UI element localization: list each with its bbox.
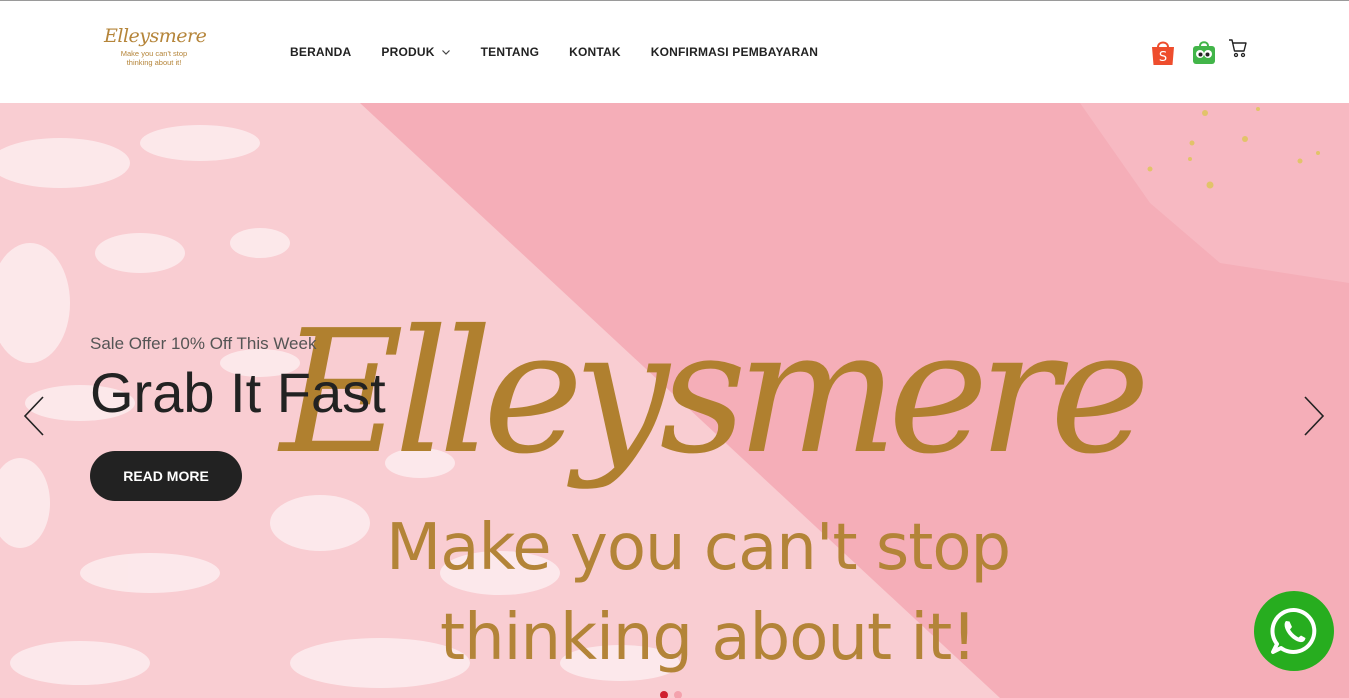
slider-dot-1[interactable] — [660, 691, 668, 698]
logo-tagline-1: Make you can't stop — [120, 49, 188, 58]
logo-name: Elleysmere — [104, 25, 207, 47]
nav-tentang-label: TENTANG — [480, 45, 540, 59]
banner-brand: Elleysmere — [280, 294, 1150, 492]
cart-icon[interactable] — [1228, 38, 1248, 58]
hero-headline: Grab It Fast — [90, 361, 386, 424]
chevron-down-icon — [441, 50, 450, 55]
whatsapp-icon — [1270, 607, 1317, 654]
site-header: Elleysmere Make you can't stop thinking … — [0, 1, 1349, 103]
main-nav: BERANDA PRODUK TENTANG KONTAK KONFIRMASI… — [290, 44, 848, 60]
slider-dots — [660, 691, 688, 698]
hero-offer: Sale Offer 10% Off This Week — [90, 334, 317, 353]
hero-slider: Elleysmere Make you can't stop thinking … — [0, 103, 1349, 698]
nav-beranda-label: BERANDA — [290, 45, 352, 59]
nav-produk-label: PRODUK — [381, 45, 435, 59]
read-more-button[interactable]: READ MORE — [90, 451, 242, 501]
nav-tentang[interactable]: TENTANG — [481, 45, 540, 59]
slider-dot-2[interactable] — [674, 691, 682, 698]
svg-text:S: S — [1159, 50, 1167, 65]
tokopedia-icon[interactable] — [1192, 39, 1216, 65]
nav-konfirmasi-label: KONFIRMASI PEMBAYARAN — [650, 45, 819, 59]
shopee-icon[interactable]: S — [1150, 38, 1176, 66]
nav-beranda[interactable]: BERANDA — [290, 45, 351, 59]
nav-produk[interactable]: PRODUK — [381, 45, 450, 59]
header-icons: S — [1150, 38, 1248, 66]
whatsapp-chat-button[interactable] — [1254, 591, 1334, 671]
prev-slide-arrow-icon[interactable] — [22, 395, 46, 437]
logo-tagline-2: thinking about it! — [126, 58, 182, 67]
next-slide-arrow-icon[interactable] — [1302, 395, 1326, 437]
nav-konfirmasi-pembayaran[interactable]: KONFIRMASI PEMBAYARAN — [651, 45, 818, 59]
banner-tagline-1: Make you can't stop — [386, 511, 1011, 585]
site-logo[interactable]: Elleysmere Make you can't stop thinking … — [104, 23, 207, 83]
banner-tagline-2: thinking about it! — [440, 601, 977, 675]
nav-kontak[interactable]: KONTAK — [569, 45, 621, 59]
nav-kontak-label: KONTAK — [569, 45, 621, 59]
